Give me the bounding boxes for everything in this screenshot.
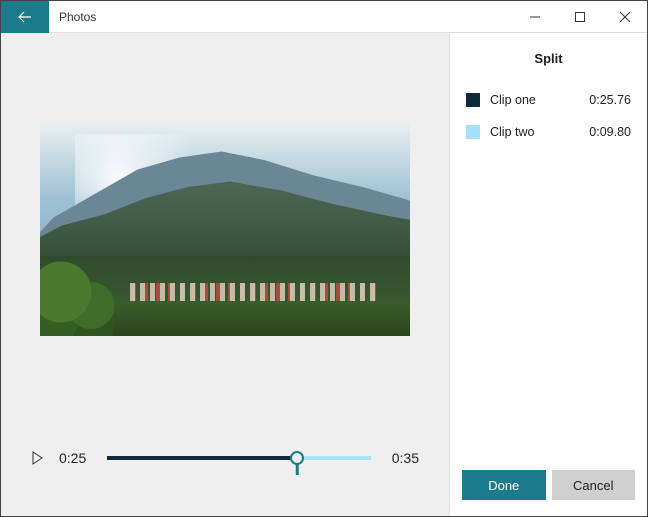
clip-two-swatch <box>466 125 480 139</box>
clip-label: Clip two <box>490 125 589 139</box>
maximize-button[interactable] <box>557 1 602 33</box>
editor-pane: 0:25 0:35 <box>1 33 449 516</box>
total-time: 0:35 <box>383 450 419 466</box>
window-title: Photos <box>49 10 512 24</box>
done-button[interactable]: Done <box>462 470 546 500</box>
split-playhead[interactable] <box>290 451 304 465</box>
clip-duration: 0:09.80 <box>589 125 631 139</box>
split-panel: Split Clip one 0:25.76 Clip two 0:09.80 … <box>449 33 647 516</box>
close-button[interactable] <box>602 1 647 33</box>
timeline: 0:25 0:35 <box>31 426 419 516</box>
clip-row[interactable]: Clip one 0:25.76 <box>466 84 631 116</box>
current-time: 0:25 <box>59 450 95 466</box>
clip-one-swatch <box>466 93 480 107</box>
titlebar: Photos <box>1 1 647 33</box>
timeline-track[interactable] <box>107 448 371 468</box>
panel-title: Split <box>450 33 647 80</box>
window-controls <box>512 1 647 33</box>
back-button[interactable] <box>1 1 49 33</box>
minimize-button[interactable] <box>512 1 557 33</box>
cancel-button[interactable]: Cancel <box>552 470 636 500</box>
clip-two-segment <box>297 456 371 460</box>
play-button[interactable] <box>31 450 47 466</box>
clip-list: Clip one 0:25.76 Clip two 0:09.80 <box>450 80 647 148</box>
clip-one-segment <box>107 456 297 460</box>
clip-row[interactable]: Clip two 0:09.80 <box>466 116 631 148</box>
clip-label: Clip one <box>490 93 589 107</box>
video-preview[interactable] <box>40 124 410 336</box>
clip-duration: 0:25.76 <box>589 93 631 107</box>
